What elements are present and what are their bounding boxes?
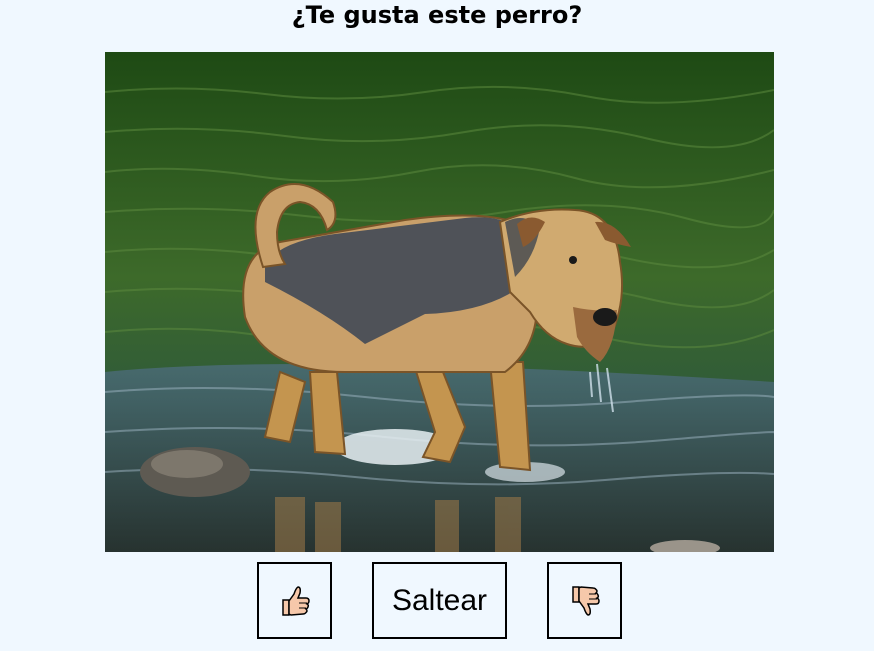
thumbs-up-icon: [279, 584, 311, 618]
dog-photo: [105, 52, 774, 552]
skip-button[interactable]: Saltear: [372, 562, 507, 639]
page-title: ¿Te gusta este perro?: [291, 1, 583, 29]
skip-button-label: Saltear: [391, 583, 488, 617]
like-button[interactable]: [257, 562, 332, 639]
thumbs-down-icon: [569, 584, 601, 618]
dislike-button[interactable]: [547, 562, 622, 639]
